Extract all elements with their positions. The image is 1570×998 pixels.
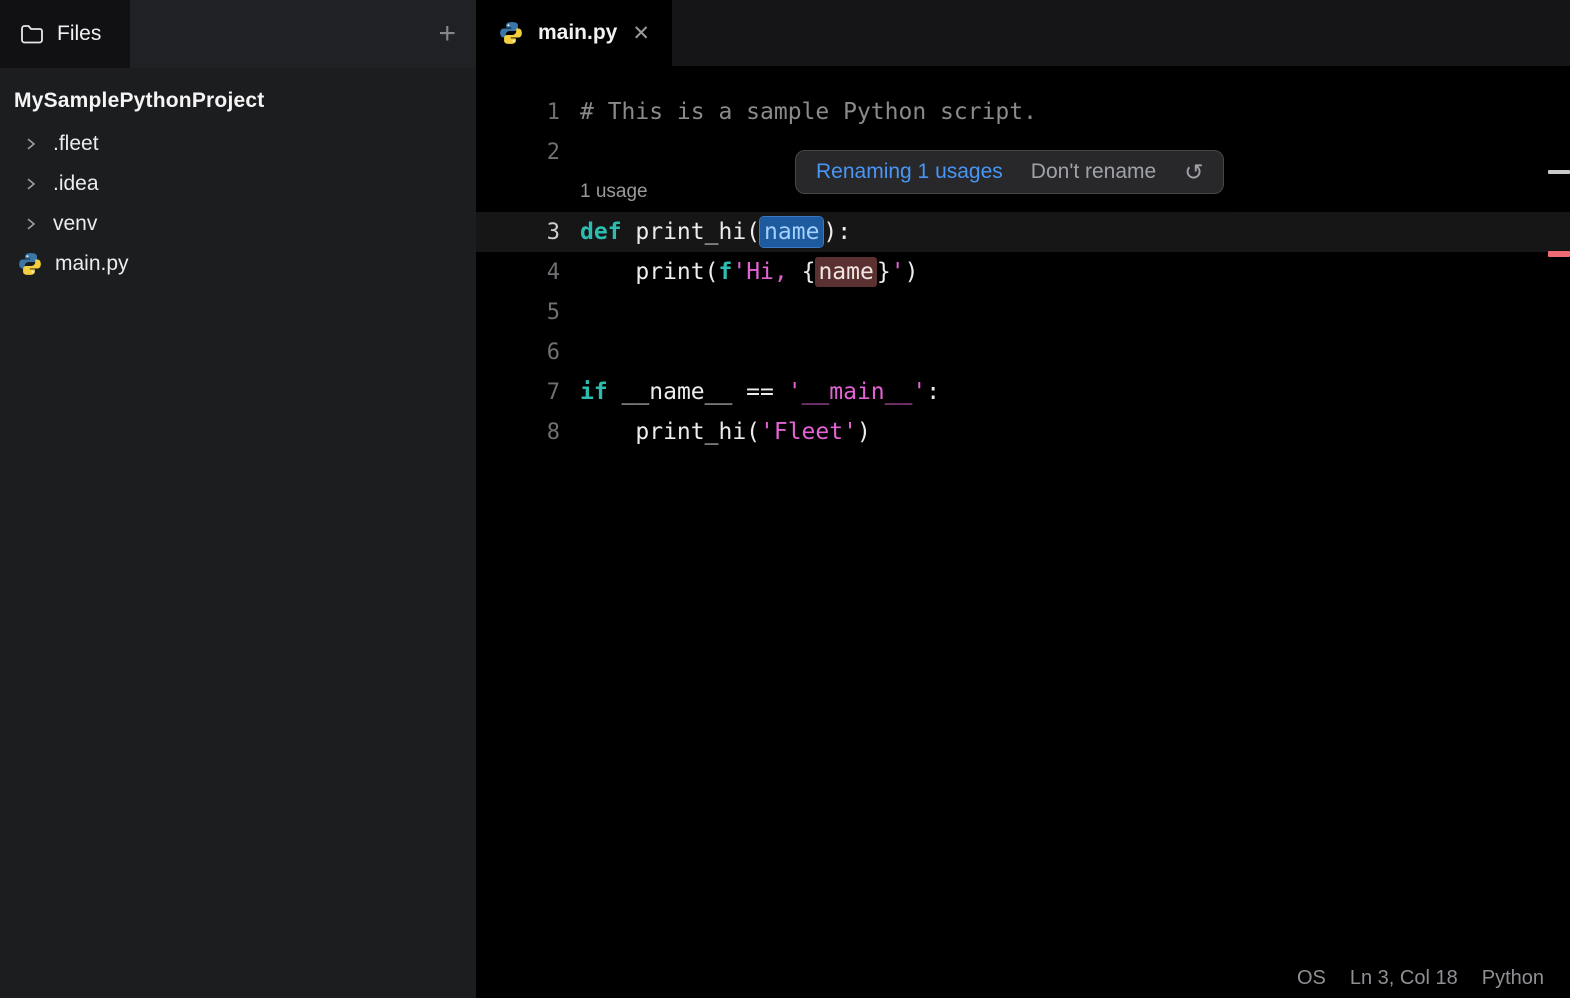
code-text[interactable]: print_hi('Fleet')	[560, 419, 871, 445]
code-line-7[interactable]: 7 if __name__ == '__main__':	[476, 372, 1570, 412]
code-token: )	[856, 419, 871, 445]
code-token: __name__ ==	[607, 379, 788, 405]
folder-icon	[20, 24, 44, 45]
line-number: 2	[546, 139, 560, 165]
line-number: 3	[546, 219, 560, 245]
tree-item-label: .idea	[53, 172, 99, 195]
code-line-1[interactable]: 1 # This is a sample Python script.	[476, 92, 1570, 132]
file-tree: .fleet .idea venv main.py	[0, 124, 476, 284]
python-icon	[498, 20, 525, 46]
code-text[interactable]: # This is a sample Python script.	[560, 99, 1037, 125]
line-number: 8	[546, 419, 560, 445]
tab-main-py[interactable]: main.py ✕	[476, 0, 672, 66]
code-token: 'Fleet'	[760, 419, 857, 445]
tree-item-venv[interactable]: venv	[0, 204, 476, 244]
status-language[interactable]: Python	[1482, 967, 1544, 990]
tree-item-main.py[interactable]: main.py	[0, 244, 476, 284]
tree-item-.idea[interactable]: .idea	[0, 164, 476, 204]
revert-icon[interactable]: ↺	[1184, 159, 1203, 186]
code-token: if	[580, 379, 608, 405]
editor-pane: main.py ✕ 1 # This is a sample Python scr…	[476, 0, 1570, 998]
code-token: print_hi(	[580, 419, 761, 445]
code-text[interactable]: def print_hi(name):	[560, 217, 852, 247]
line-number: 6	[546, 339, 560, 365]
tree-item-label: main.py	[55, 252, 129, 275]
close-tab-icon[interactable]: ✕	[632, 21, 650, 46]
code-line-6[interactable]: 6	[476, 332, 1570, 372]
code-token: f	[718, 259, 733, 285]
code-token: 'Hi,	[732, 259, 802, 285]
tree-item-label: .fleet	[53, 132, 99, 155]
code-token: :	[926, 379, 941, 405]
code-token: def	[580, 219, 622, 245]
status-os[interactable]: OS	[1297, 967, 1326, 990]
code-token: # This is a sample Python script.	[580, 99, 1037, 125]
code-text[interactable]: if __name__ == '__main__':	[560, 379, 940, 405]
files-panel: Files + MySamplePythonProject .fleet .ide…	[0, 0, 476, 998]
scrollbar-mark-error[interactable]	[1548, 251, 1570, 257]
code-area[interactable]: 1 # This is a sample Python script. 2 1 usa…	[476, 68, 1570, 954]
code-token: }	[876, 259, 891, 285]
usage-count-hint[interactable]: 1 usage	[580, 181, 648, 203]
code-token: ):	[823, 219, 852, 245]
files-tab[interactable]: Files	[0, 0, 130, 68]
code-token: print_hi(	[621, 219, 761, 245]
renaming-usages-button[interactable]: Renaming 1 usages	[816, 160, 1003, 184]
line-number: 7	[546, 379, 560, 405]
rename-field[interactable]: name	[760, 217, 824, 247]
chevron-right-icon[interactable]	[24, 177, 38, 191]
usage-highlight: name	[815, 257, 877, 287]
code-token: '	[890, 259, 905, 285]
files-tab-label: Files	[57, 22, 102, 45]
code-line-4[interactable]: 4 print(f'Hi, {name}')	[476, 252, 1570, 292]
line-number: 4	[546, 259, 560, 285]
dont-rename-button[interactable]: Don't rename	[1031, 160, 1156, 184]
line-number: 1	[546, 99, 560, 125]
files-panel-header: Files +	[0, 0, 476, 68]
status-cursor-position[interactable]: Ln 3, Col 18	[1350, 967, 1458, 990]
editor-tab-bar: main.py ✕	[476, 0, 1570, 66]
tree-item-label: venv	[53, 212, 98, 235]
tree-item-.fleet[interactable]: .fleet	[0, 124, 476, 164]
project-name[interactable]: MySamplePythonProject	[0, 68, 476, 113]
scrollbar-mark-light[interactable]	[1548, 170, 1570, 174]
rename-popup: Renaming 1 usages Don't rename ↺	[795, 150, 1225, 194]
status-bar: OS Ln 3, Col 18 Python	[1297, 967, 1544, 990]
code-text[interactable]: print(f'Hi, {name}')	[560, 257, 919, 287]
code-token: print(	[580, 259, 719, 285]
chevron-right-icon[interactable]	[24, 217, 38, 231]
code-line-5[interactable]: 5	[476, 292, 1570, 332]
add-file-button[interactable]: +	[438, 19, 456, 49]
chevron-right-icon[interactable]	[24, 137, 38, 151]
tab-label: main.py	[538, 21, 618, 44]
code-line-8[interactable]: 8 print_hi('Fleet')	[476, 412, 1570, 452]
line-number: 5	[546, 299, 560, 325]
code-token: '__main__'	[787, 379, 927, 405]
code-line-3[interactable]: 3 def print_hi(name):	[476, 212, 1570, 252]
code-token: {	[801, 259, 816, 285]
python-icon	[17, 251, 43, 277]
code-token: )	[904, 259, 919, 285]
fleet-window: Files + MySamplePythonProject .fleet .ide…	[0, 0, 1570, 998]
